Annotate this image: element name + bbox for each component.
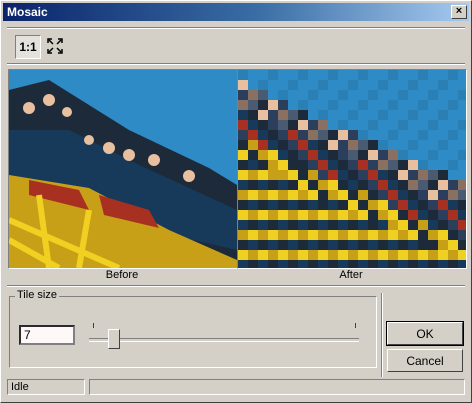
dialog-title: Mosaic <box>7 5 48 19</box>
cancel-button[interactable]: Cancel <box>387 349 463 372</box>
after-preview <box>237 69 467 269</box>
after-caption: After <box>339 269 363 281</box>
slider-min-tick <box>93 323 94 328</box>
preview-separator <box>7 285 465 287</box>
ok-button-label: OK <box>416 326 434 341</box>
status-text: Idle <box>7 379 85 395</box>
title-bar: Mosaic × <box>3 3 469 21</box>
tile-size-label: Tile size <box>15 289 59 301</box>
title-separator <box>7 27 465 29</box>
status-progress-pane <box>89 379 465 395</box>
tile-size-slider-track[interactable] <box>89 338 359 342</box>
actual-size-button[interactable]: 1:1 <box>15 35 41 59</box>
slider-max-tick <box>355 323 356 328</box>
toolbar-separator <box>7 63 465 65</box>
button-separator <box>381 293 383 377</box>
close-button[interactable]: × <box>451 5 467 19</box>
fit-to-window-icon <box>47 38 63 54</box>
before-preview <box>8 69 238 269</box>
fit-to-window-button[interactable] <box>43 35 67 57</box>
tile-size-input[interactable] <box>19 325 75 345</box>
status-label: Idle <box>11 381 29 393</box>
ok-button[interactable]: OK <box>386 321 464 346</box>
before-caption: Before <box>105 269 139 281</box>
actual-size-label: 1:1 <box>19 40 37 54</box>
close-icon: × <box>455 5 463 17</box>
mosaic-dialog: Mosaic × 1:1 Before After Tile size 7 OK… <box>0 0 472 403</box>
tile-size-slider-thumb[interactable] <box>107 329 120 355</box>
cancel-button-label: Cancel <box>406 353 444 368</box>
